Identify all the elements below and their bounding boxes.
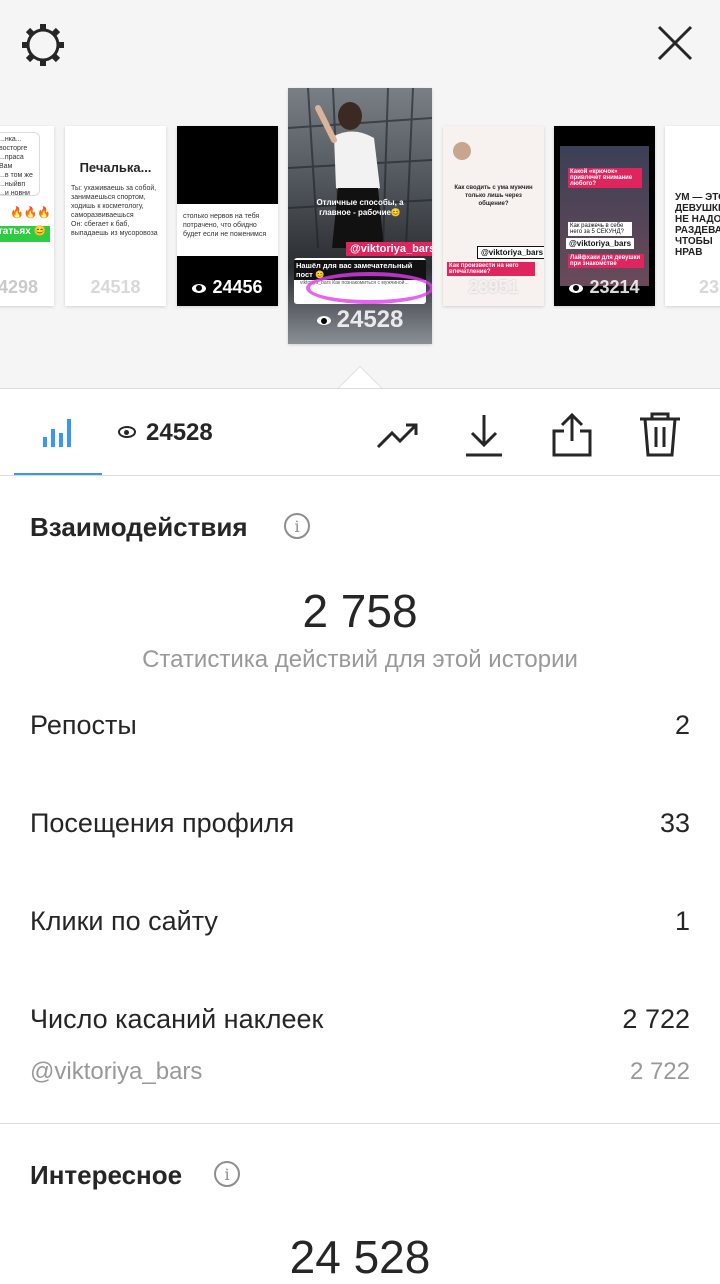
close-icon[interactable]: [654, 22, 696, 64]
story-text: ...нка...: [0, 136, 22, 143]
story-view-count: 4298: [0, 277, 39, 297]
story-mention-sticker: @viktoriya_bars: [477, 246, 544, 259]
stat-row-website-clicks: Клики по сайту 1: [30, 906, 690, 937]
story-mention-sticker: @viktoriya_bars: [566, 238, 635, 249]
story-view-count: 23214: [554, 277, 655, 298]
interactions-subtitle: Статистика действий для этой истории: [142, 646, 578, 673]
story-text: восторге: [0, 145, 28, 152]
stat-row-profile-visits: Посещения профиля 33: [30, 808, 690, 839]
stat-label: Число касаний наклеек: [30, 1004, 324, 1034]
stat-label: Клики по сайту: [30, 906, 218, 936]
story-toolbar: 24528: [0, 388, 720, 476]
stat-value: 2 722: [622, 1004, 690, 1034]
story-title: Печалька...: [79, 160, 152, 175]
story-text-card: столько нервов на тебя потрачено, что об…: [177, 204, 278, 256]
story-thumbnail[interactable]: ...нка... восторге ...праса Вам ...в том…: [0, 126, 54, 306]
selection-pointer: [338, 366, 382, 388]
story-post-card: Нашёл для вас замечательный пост 😊 vikto…: [294, 258, 432, 304]
stat-label: Репосты: [30, 710, 137, 740]
story-text: ...праса Вам: [0, 154, 24, 170]
section-title-discovery: Интересное: [30, 1160, 183, 1190]
info-icon[interactable]: i: [214, 1161, 240, 1187]
story-view-count: 24456: [177, 277, 278, 298]
stat-row-sticker-taps: Число касаний наклеек 2 722: [30, 1004, 690, 1035]
trash-icon[interactable]: [636, 411, 684, 459]
story-mention-sticker: @viktoriya_bars: [346, 242, 432, 256]
interactions-total: 2 758: [302, 585, 418, 637]
stat-row-sticker-mention: @viktoriya_bars 2 722: [30, 1058, 690, 1086]
story-button: статьях 😊: [0, 226, 50, 242]
info-icon[interactable]: i: [284, 513, 310, 539]
story-avatar: [453, 142, 471, 160]
stat-value: 1: [674, 906, 690, 936]
story-thumbnail[interactable]: УМ — ЭТОДЕВУШКЕНЕ НАДОРАЗДЕВАТЬЧТОБЫ НРА…: [665, 126, 720, 306]
story-text: Ты: ухаживаешь за собой, занимаешься спо…: [71, 185, 158, 237]
trending-up-icon[interactable]: [374, 411, 422, 459]
story-view-count: 24518: [90, 277, 141, 297]
story-view-count: 23951: [468, 277, 519, 297]
story-caption: Отличные способы, а главное - рабочие😊: [316, 198, 404, 217]
story-cta: Лайфхаки для девушки при знакомстве: [568, 254, 644, 268]
eye-icon: [569, 283, 584, 293]
story-text: столько нервов на тебя потрачено, что об…: [183, 213, 267, 238]
story-thumbnail[interactable]: Печалька... Ты: ухаживаешь за собой, зан…: [65, 126, 166, 306]
eye-icon: [316, 316, 331, 326]
story-thumbnail-selected[interactable]: Отличные способы, а главное - рабочие😊 @…: [288, 88, 432, 344]
share-icon[interactable]: [548, 411, 596, 459]
stat-row-reposts: Репосты 2: [30, 710, 690, 741]
tab-statistics[interactable]: [14, 389, 102, 475]
divider: [0, 1123, 720, 1124]
story-text: УМ — ЭТОДЕВУШКЕНЕ НАДОРАЗДЕВАТЬЧТОБЫ НРА…: [675, 192, 720, 258]
stat-label: @viktoriya_bars: [30, 1058, 203, 1085]
story-cta: Как произвести на него впечатление?: [447, 262, 535, 276]
story-question: Какой «крючок» привлечет внимание любого…: [568, 168, 642, 188]
story-thumbnail[interactable]: Как сводить с ума мужчин только лишь чер…: [443, 126, 544, 306]
highlight-scribble: [306, 272, 432, 304]
view-count: 24528: [118, 419, 213, 447]
gear-icon[interactable]: [18, 20, 68, 70]
story-thumbnail[interactable]: столько нервов на тебя потрачено, что об…: [177, 126, 278, 306]
section-title-interactions: Взаимодействия: [30, 512, 248, 542]
stat-value: 2 722: [629, 1058, 690, 1085]
eye-icon: [118, 426, 136, 438]
stat-value: 33: [659, 808, 690, 838]
story-text: ...в том же: [0, 172, 33, 179]
fire-emoji: 🔥🔥🔥: [10, 207, 52, 219]
story-view-count: 24528: [288, 306, 432, 334]
story-thumbnail[interactable]: Какой «крючок» привлечет внимание любого…: [554, 126, 655, 306]
eye-icon: [192, 283, 207, 293]
story-view-count: 23: [699, 277, 720, 297]
stat-label: Посещения профиля: [30, 808, 295, 838]
story-text: ...ныйвп: [0, 181, 26, 188]
story-question: Как разжечь в себе него за 5 СЕКУНД?: [568, 222, 632, 236]
bar-chart-icon: [43, 419, 71, 447]
story-text: ...и новни: [0, 190, 30, 197]
story-question: Как сводить с ума мужчин только лишь чер…: [454, 185, 533, 207]
download-icon[interactable]: [460, 411, 508, 459]
stat-value: 2: [674, 710, 690, 740]
discovery-total: 24 528: [289, 1231, 431, 1283]
